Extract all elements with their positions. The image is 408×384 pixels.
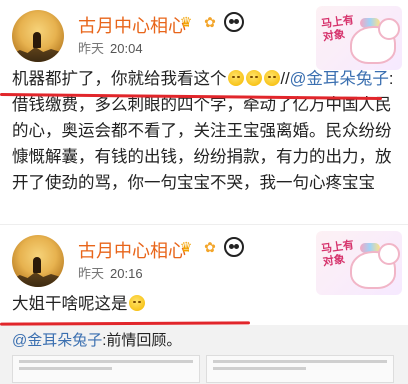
- author-name[interactable]: 古月中心相心: [78, 237, 186, 263]
- author-name[interactable]: 古月中心相心: [78, 12, 186, 38]
- thumb-line: [19, 360, 193, 363]
- mention-link[interactable]: @金耳朵兔子: [12, 332, 102, 349]
- repost-separator: //: [280, 70, 290, 88]
- post-meta: 昨天 20:04: [78, 38, 143, 57]
- weibo-post-1: 古月中心相心 ♛ ✿ 昨天 20:04 马上有对象 机器都扩了，你就给我看这个 //…: [0, 0, 408, 224]
- post-content: 大姐干啥呢这是: [12, 291, 398, 317]
- post-time: 20:16: [110, 266, 143, 281]
- avatar[interactable]: [12, 10, 64, 62]
- thumb-line: [19, 367, 112, 370]
- thumb-line: [213, 360, 387, 363]
- quote-text: @金耳朵兔子:前情回顾。: [12, 329, 181, 350]
- smile-emoji-icon: [227, 70, 244, 86]
- flower-icon: ✿: [204, 239, 216, 255]
- post-lead-text: 大姐干啥呢这是: [12, 295, 128, 313]
- mention-link[interactable]: @金耳朵兔子: [290, 70, 389, 88]
- smile-emoji-icon: [263, 70, 280, 86]
- crown-icon: ♛: [179, 14, 193, 30]
- image-thumbnail[interactable]: [12, 355, 200, 383]
- avatar-figure: [33, 32, 41, 48]
- post-time: 20:04: [110, 41, 143, 56]
- smile-emoji-icon: [128, 295, 145, 311]
- sticker-card[interactable]: 马上有对象: [316, 6, 402, 70]
- unicorn-icon: [350, 243, 400, 289]
- thumb-line: [213, 367, 306, 370]
- post-body-text: :借钱缴费，多么刺眼的四个字，牵动了亿万中国人民的心，奥运会都不看了，关注王宝强…: [12, 70, 394, 192]
- smile-emoji-icon: [245, 70, 262, 86]
- quote-thumbnails: [12, 355, 394, 383]
- post-date: 昨天: [78, 266, 105, 281]
- post-lead-text: 机器都扩了，你就给我看这个: [12, 70, 227, 88]
- badge-row: ♛ ✿: [176, 237, 244, 257]
- flower-icon: ✿: [204, 14, 216, 30]
- panda-icon: [224, 237, 244, 257]
- quote-body-text: :前情回顾。: [102, 332, 182, 349]
- crown-icon: ♛: [179, 239, 193, 255]
- badge-row: ♛ ✿: [176, 12, 244, 32]
- post-meta: 昨天 20:16: [78, 263, 143, 282]
- sticker-card[interactable]: 马上有对象: [316, 231, 402, 295]
- image-thumbnail[interactable]: [206, 355, 394, 383]
- post-date: 昨天: [78, 41, 105, 56]
- panda-icon: [224, 12, 244, 32]
- unicorn-icon: [350, 18, 400, 64]
- avatar[interactable]: [12, 235, 64, 287]
- avatar-figure: [33, 257, 41, 273]
- post-content: 机器都扩了，你就给我看这个 //@金耳朵兔子:借钱缴费，多么刺眼的四个字，牵动了亿…: [12, 66, 398, 196]
- quoted-repost[interactable]: @金耳朵兔子:前情回顾。: [0, 325, 408, 384]
- weibo-post-2: 古月中心相心 ♛ ✿ 昨天 20:16 马上有对象 大姐干啥呢这是 @金耳朵兔子:…: [0, 224, 408, 384]
